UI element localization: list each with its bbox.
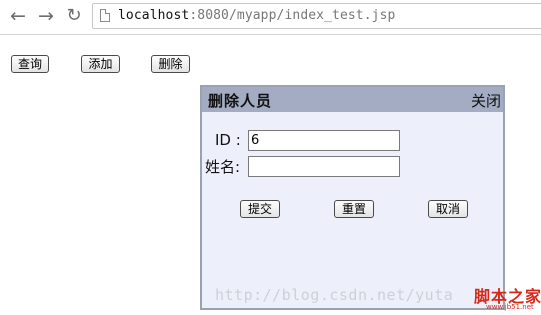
cancel-button[interactable]: 取消	[428, 200, 468, 218]
forward-arrow-icon[interactable]: →	[36, 5, 56, 27]
address-bar[interactable]: localhost:8080/myapp/index_test.jsp	[92, 3, 541, 29]
watermark-text: http://blog.csdn.net/yuta	[215, 286, 454, 304]
back-arrow-icon[interactable]: ←	[8, 5, 28, 27]
name-field[interactable]	[248, 156, 400, 177]
url-path: :8080/myapp/index_test.jsp	[189, 8, 396, 23]
reload-icon[interactable]: ↻	[64, 5, 84, 27]
site-logo: 脚本之家 www.jb51.net	[472, 283, 541, 315]
add-button[interactable]: 添加	[81, 55, 120, 73]
reset-button[interactable]: 重置	[334, 200, 374, 218]
id-label: ID :	[215, 131, 241, 149]
url-text[interactable]: localhost:8080/myapp/index_test.jsp	[118, 8, 395, 23]
dialog-title: 删除人员	[208, 92, 273, 110]
delete-person-dialog: 删除人员 关闭 ID : 姓名: 提交 重置 取消	[200, 85, 505, 310]
name-label: 姓名:	[205, 158, 241, 176]
logo-sub-text: www.jb51.net	[486, 303, 534, 311]
delete-button[interactable]: 删除	[151, 55, 190, 73]
dialog-header[interactable]: 删除人员 关闭	[202, 87, 503, 112]
submit-button[interactable]: 提交	[240, 200, 280, 218]
browser-toolbar: ← → ↻ localhost:8080/myapp/index_test.js…	[0, 0, 541, 36]
query-button[interactable]: 查询	[11, 55, 49, 73]
id-field[interactable]	[248, 130, 400, 151]
url-host: localhost	[118, 8, 190, 23]
dialog-close-link[interactable]: 关闭	[471, 90, 501, 111]
page-icon	[100, 9, 110, 22]
toolbar-divider	[0, 34, 541, 35]
